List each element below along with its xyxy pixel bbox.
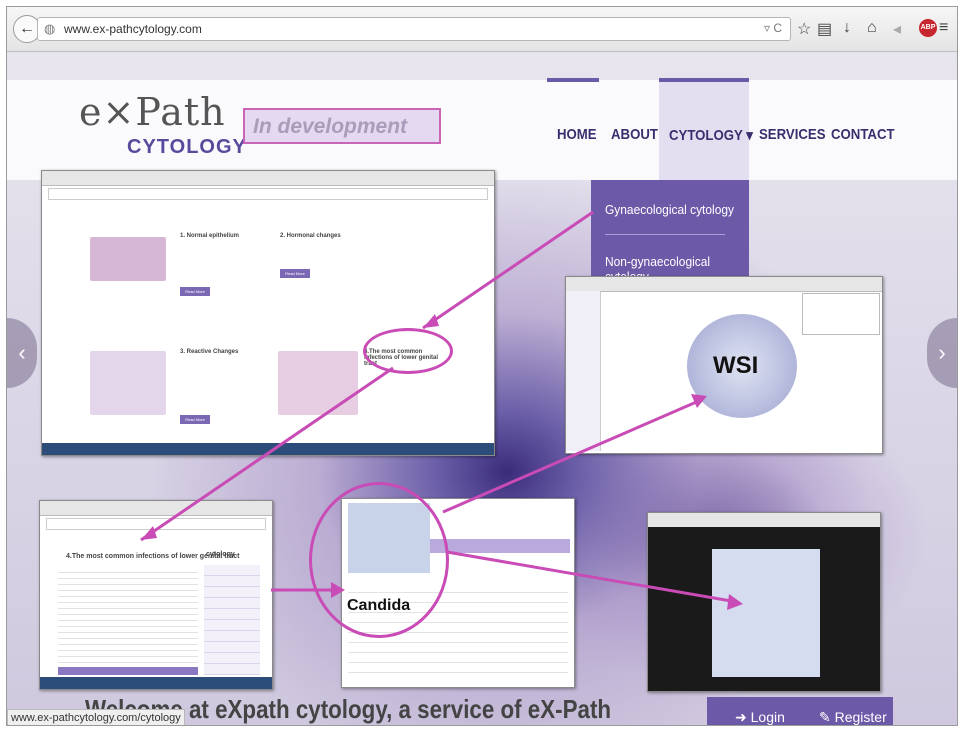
login-label: Login xyxy=(750,709,785,725)
star-icon[interactable]: ☆ xyxy=(797,19,811,39)
edit-icon: ✎ xyxy=(819,709,831,725)
adblock-icon[interactable]: ABP xyxy=(919,19,937,37)
web-page: e×Path CYTOLOGY In development HOME ABOU… xyxy=(7,52,957,725)
arrow-line xyxy=(446,550,738,604)
arrow-line xyxy=(422,210,594,330)
home-icon[interactable]: ⌂ xyxy=(867,19,877,37)
menu-icon[interactable]: ≡ xyxy=(939,19,948,37)
arrow-line xyxy=(140,366,394,542)
globe-icon: ◍ xyxy=(44,21,56,36)
arrow-line xyxy=(442,398,702,514)
login-button[interactable]: ➜ Login xyxy=(735,709,785,725)
download-icon[interactable]: ↓ xyxy=(843,19,851,37)
annotation-arrows xyxy=(140,210,743,610)
register-label: Register xyxy=(834,709,887,725)
auth-bar: ➜ Login ✎ Register xyxy=(707,697,893,725)
arrow-head xyxy=(727,594,743,610)
arrow-head xyxy=(331,582,345,598)
browser-window: ← ◍ www.ex-pathcytology.com ▿ C ☆ ▤ ↓ ⌂ … xyxy=(6,6,958,726)
reading-list-icon[interactable]: ▤ xyxy=(817,19,832,39)
login-icon: ➜ xyxy=(735,709,747,725)
arrow-head xyxy=(691,394,707,408)
send-icon[interactable]: ◂ xyxy=(893,19,901,39)
arrow-head xyxy=(423,314,439,328)
register-button[interactable]: ✎ Register xyxy=(819,709,887,725)
browser-toolbar: ← ◍ www.ex-pathcytology.com ▿ C ☆ ▤ ↓ ⌂ … xyxy=(7,7,957,52)
address-text: www.ex-pathcytology.com xyxy=(64,22,202,36)
status-bar: www.ex-pathcytology.com/cytology xyxy=(7,709,185,725)
reload-icon[interactable]: ▿ C xyxy=(764,21,782,35)
arrow-head xyxy=(141,526,157,540)
address-bar[interactable]: ◍ www.ex-pathcytology.com ▿ C xyxy=(37,17,791,41)
